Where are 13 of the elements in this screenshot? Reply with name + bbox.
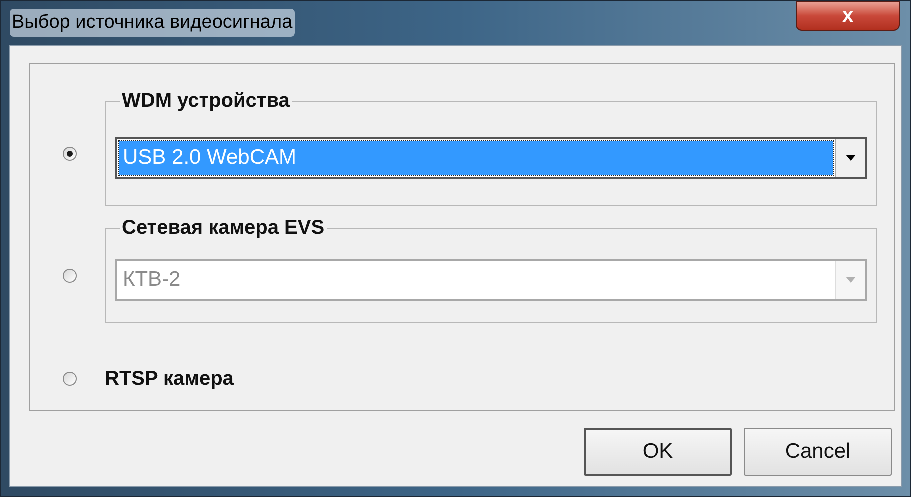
dialog-button[interactable]: OK — [584, 428, 732, 476]
dropdown-value: USB 2.0 WebCAM — [123, 144, 297, 171]
caret-icon — [846, 276, 856, 282]
close-button[interactable]: x — [796, 1, 900, 31]
radio-button[interactable] — [63, 146, 77, 160]
option-label[interactable]: RTSP камера — [105, 364, 234, 394]
window-title: Выбор источника видеосигнала — [10, 8, 295, 38]
radio-button[interactable] — [63, 372, 77, 386]
dropdown-value: КТВ-2 — [123, 266, 181, 293]
dialog-button[interactable]: Cancel — [744, 428, 892, 476]
dropdown-arrow-button[interactable] — [835, 138, 865, 176]
caret-icon — [846, 154, 856, 160]
radio-button[interactable] — [63, 268, 77, 282]
